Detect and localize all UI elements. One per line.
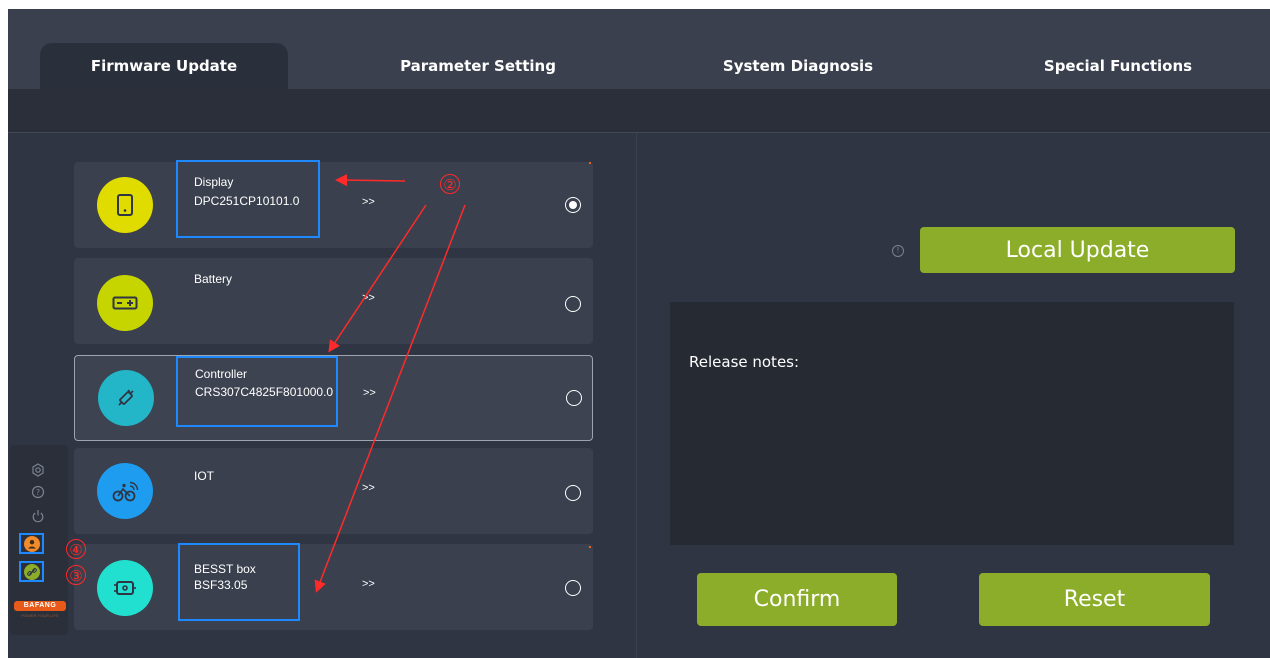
device-name: IOT	[194, 469, 214, 483]
select-radio[interactable]	[566, 390, 582, 406]
status-dot	[589, 546, 591, 548]
update-panel: ! Local Update Release notes: Confirm Re…	[636, 133, 1270, 658]
help-icon[interactable]: ?	[30, 485, 46, 501]
tab-special-functions[interactable]: Special Functions	[968, 43, 1268, 89]
expand-arrow[interactable]: >>	[362, 292, 375, 304]
callout-2: ②	[440, 174, 460, 194]
highlight-box-display	[176, 160, 320, 238]
toolbar-strip	[8, 89, 1270, 133]
tab-firmware-update[interactable]: Firmware Update	[40, 43, 288, 89]
link-icon	[23, 563, 40, 580]
display-icon	[97, 177, 153, 233]
brand-tagline: POWER YOUR LIFE	[21, 613, 59, 618]
connection-button[interactable]	[19, 561, 44, 582]
expand-arrow[interactable]: >>	[363, 387, 376, 399]
info-icon[interactable]: !	[892, 245, 904, 257]
select-radio[interactable]	[565, 197, 581, 213]
release-notes-label: Release notes:	[689, 353, 800, 371]
side-rail: ? BAFANG POWER YOUR LIFE	[10, 445, 68, 635]
device-card-display[interactable]: Display DPC251CP10101.0 >>	[74, 162, 593, 248]
iot-bike-icon	[97, 463, 153, 519]
battery-icon	[97, 275, 153, 331]
svg-text:?: ?	[36, 488, 40, 497]
brand-logo: BAFANG	[14, 601, 66, 611]
besst-box-icon	[97, 560, 153, 616]
settings-icon[interactable]	[30, 463, 46, 479]
device-name: Battery	[194, 272, 233, 286]
tab-system-diagnosis[interactable]: System Diagnosis	[658, 43, 938, 89]
user-icon	[23, 535, 40, 552]
select-radio[interactable]	[565, 296, 581, 312]
confirm-button[interactable]: Confirm	[697, 573, 897, 626]
expand-arrow[interactable]: >>	[362, 482, 375, 494]
reset-button[interactable]: Reset	[979, 573, 1210, 626]
highlight-box-besst	[178, 543, 300, 621]
local-update-button[interactable]: Local Update	[920, 227, 1235, 273]
select-radio[interactable]	[565, 580, 581, 596]
expand-arrow[interactable]: >>	[362, 196, 375, 208]
select-radio[interactable]	[565, 485, 581, 501]
controller-icon	[98, 370, 154, 426]
radio-dot	[569, 201, 577, 209]
tab-parameter-setting[interactable]: Parameter Setting	[338, 43, 618, 89]
device-card-besst-box[interactable]: BESST box BSF33.05 >>	[74, 544, 593, 630]
release-notes-panel: Release notes:	[670, 302, 1234, 545]
power-icon[interactable]	[30, 509, 46, 525]
callout-3: ③	[66, 565, 86, 585]
highlight-box-controller	[176, 356, 338, 427]
tab-bar: Firmware Update Parameter Setting System…	[8, 9, 1270, 89]
expand-arrow[interactable]: >>	[362, 578, 375, 590]
user-button[interactable]	[19, 533, 44, 554]
callout-4: ④	[66, 539, 86, 559]
status-dot	[589, 162, 591, 164]
device-card-battery[interactable]: Battery >>	[74, 258, 593, 344]
device-card-iot[interactable]: IOT >>	[74, 448, 593, 534]
